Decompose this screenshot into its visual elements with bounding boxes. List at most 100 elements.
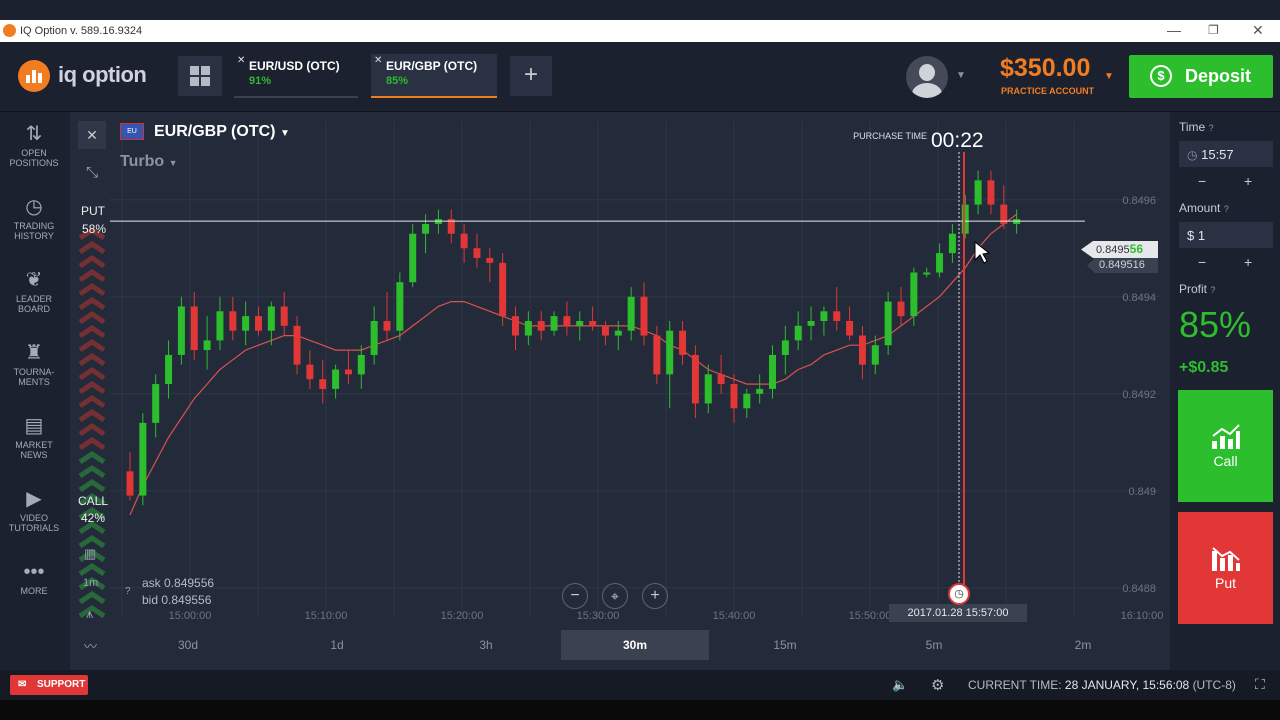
candle-body <box>807 321 815 326</box>
call-button[interactable]: Call <box>1178 390 1273 502</box>
nav-more[interactable]: ••• MORE <box>0 560 68 596</box>
add-tab-button[interactable]: + <box>510 56 552 96</box>
grid-menu-button[interactable] <box>178 56 222 96</box>
candle-body <box>743 393 751 409</box>
left-nav: ⇅ OPEN POSITIONS ◷ TRADING HISTORY ❦ LEADER BO… <box>0 112 70 670</box>
candle-body <box>627 296 635 331</box>
amount-stepper[interactable]: − + <box>1179 254 1273 272</box>
nav-leader-board[interactable]: ❦ LEADER BOARD <box>0 268 68 314</box>
collapse-icon[interactable]: ⤡ <box>78 159 106 187</box>
ask-price: ask 0.849556 <box>142 576 215 590</box>
nav-open-positions[interactable]: ⇅ OPEN POSITIONS <box>0 122 68 168</box>
chevron-down-icon: ▼ <box>168 158 178 168</box>
candle-body <box>871 345 879 365</box>
timeframe-30m[interactable]: 30m <box>561 630 709 660</box>
sound-icon[interactable]: 🔈 <box>892 677 908 693</box>
nav-trading-history[interactable]: ◷ TRADING HISTORY <box>0 195 68 241</box>
asset-tab-eurusd[interactable]: ✕ EUR/USD (OTC) 91% <box>234 54 358 98</box>
info-icon[interactable]: ? <box>125 586 131 597</box>
time-tick-label: 15:30:00 <box>577 610 620 622</box>
timeframe-3h[interactable]: 3h <box>412 630 560 660</box>
expiry-timer-icon: ◷ <box>948 583 970 605</box>
price-tick-label: 0.8488 <box>1122 583 1156 595</box>
balance[interactable]: $350.00 <box>1000 54 1090 83</box>
candle-body <box>332 369 340 389</box>
time-minus-button[interactable]: − <box>1198 173 1206 189</box>
candle-body <box>306 364 314 380</box>
profit-percentage: 85% <box>1179 304 1252 345</box>
purchase-time-label: PURCHASE TIME <box>853 131 927 141</box>
recenter-button[interactable]: ⌖ <box>602 583 628 609</box>
timeframe-30d[interactable]: 30d <box>114 630 262 660</box>
candle-body <box>730 384 738 409</box>
time-tick-label: 15:50:00 <box>849 610 892 622</box>
chart-type-icon[interactable]: ▥ <box>84 546 96 562</box>
zoom-out-button[interactable]: − <box>562 583 588 609</box>
candle-body <box>601 325 609 336</box>
timeframe-15m[interactable]: 15m <box>711 630 859 660</box>
candle-body <box>152 384 160 423</box>
draw-tool-icon[interactable]: ⩚ <box>86 606 93 622</box>
nav-video-tutorials[interactable]: ▶ VIDEO TUTORIALS <box>0 487 68 533</box>
tab-underline <box>234 96 358 98</box>
amount-input[interactable]: $ 1 <box>1179 222 1273 248</box>
put-percentage: 58% <box>82 222 107 236</box>
close-tab-icon[interactable]: ✕ <box>374 55 382 66</box>
sentiment-chevron <box>78 268 106 283</box>
sentiment-chevron <box>78 366 106 381</box>
candle-body <box>267 306 275 331</box>
candle-body <box>537 321 545 331</box>
deposit-button[interactable]: $ Deposit <box>1129 55 1273 98</box>
restore-button[interactable]: ❐ <box>1208 23 1219 37</box>
zoom-in-button[interactable]: + <box>642 583 668 609</box>
support-button[interactable]: ✉ SUPPORT <box>10 675 88 695</box>
time-plus-button[interactable]: + <box>1244 173 1252 189</box>
candle-body <box>409 233 417 283</box>
nav-market-news[interactable]: ▤ MARKET NEWS <box>0 414 68 460</box>
sentiment-chevron <box>78 394 106 409</box>
nav-tournaments[interactable]: ♜ TOURNA- MENTS <box>0 341 68 387</box>
candle-body <box>319 379 327 389</box>
sentiment-chevron <box>78 590 106 605</box>
close-chart-button[interactable]: ✕ <box>78 121 106 149</box>
interval-select[interactable]: 1m <box>83 577 98 589</box>
chart-area[interactable]: 0.8496 0.8494 0.8492 0.849 0.8488 15:00:00 15:… <box>70 112 1170 670</box>
close-button[interactable]: ✕ <box>1252 22 1264 39</box>
minimize-button[interactable]: — <box>1167 22 1181 38</box>
close-tab-icon[interactable]: ✕ <box>237 55 245 66</box>
chevron-down-icon[interactable]: ▼ <box>956 70 966 81</box>
mouse-cursor-icon <box>974 240 991 264</box>
time-input[interactable]: ◷ 15:57 <box>1179 141 1273 167</box>
news-icon: ▤ <box>24 415 44 437</box>
put-button[interactable]: Put <box>1178 512 1273 624</box>
timeframe-2m[interactable]: 2m <box>1009 630 1157 660</box>
help-icon: ? <box>1210 285 1216 295</box>
candle-body <box>255 316 262 331</box>
mode-select[interactable]: Turbo ▼ <box>120 153 178 171</box>
indicator-icon[interactable]: 〰 <box>84 636 97 655</box>
profit-value: +$0.85 <box>1179 359 1229 376</box>
sentiment-chevron <box>78 478 106 493</box>
fullscreen-icon[interactable]: ⛶ <box>1255 676 1265 693</box>
candle-body <box>396 282 404 331</box>
candle-body <box>923 272 931 275</box>
chevron-down-icon: ▼ <box>279 128 290 139</box>
asset-tab-eurgbp[interactable]: ✕ EUR/GBP (OTC) 85% <box>371 54 497 98</box>
candle-body <box>460 233 468 249</box>
amount-minus-button[interactable]: − <box>1198 254 1206 270</box>
time-label: Time ? <box>1179 120 1214 134</box>
asset-name[interactable]: EUR/GBP (OTC) ▼ <box>154 123 290 141</box>
candle-body <box>165 354 173 385</box>
timeframe-1d[interactable]: 1d <box>263 630 411 660</box>
chevron-down-icon[interactable]: ▼ <box>1104 71 1114 82</box>
candle-body <box>293 325 301 365</box>
time-stepper[interactable]: − + <box>1179 173 1273 191</box>
previous-price-tag: 0.849516 <box>1087 258 1158 273</box>
time-tick-label: 15:00:00 <box>169 610 212 622</box>
timeframe-5m[interactable]: 5m <box>860 630 1008 660</box>
candle-body <box>704 374 712 404</box>
avatar[interactable] <box>906 56 948 98</box>
candle-body <box>640 296 648 336</box>
gear-icon[interactable]: ⚙ <box>931 676 944 694</box>
amount-plus-button[interactable]: + <box>1244 254 1252 270</box>
